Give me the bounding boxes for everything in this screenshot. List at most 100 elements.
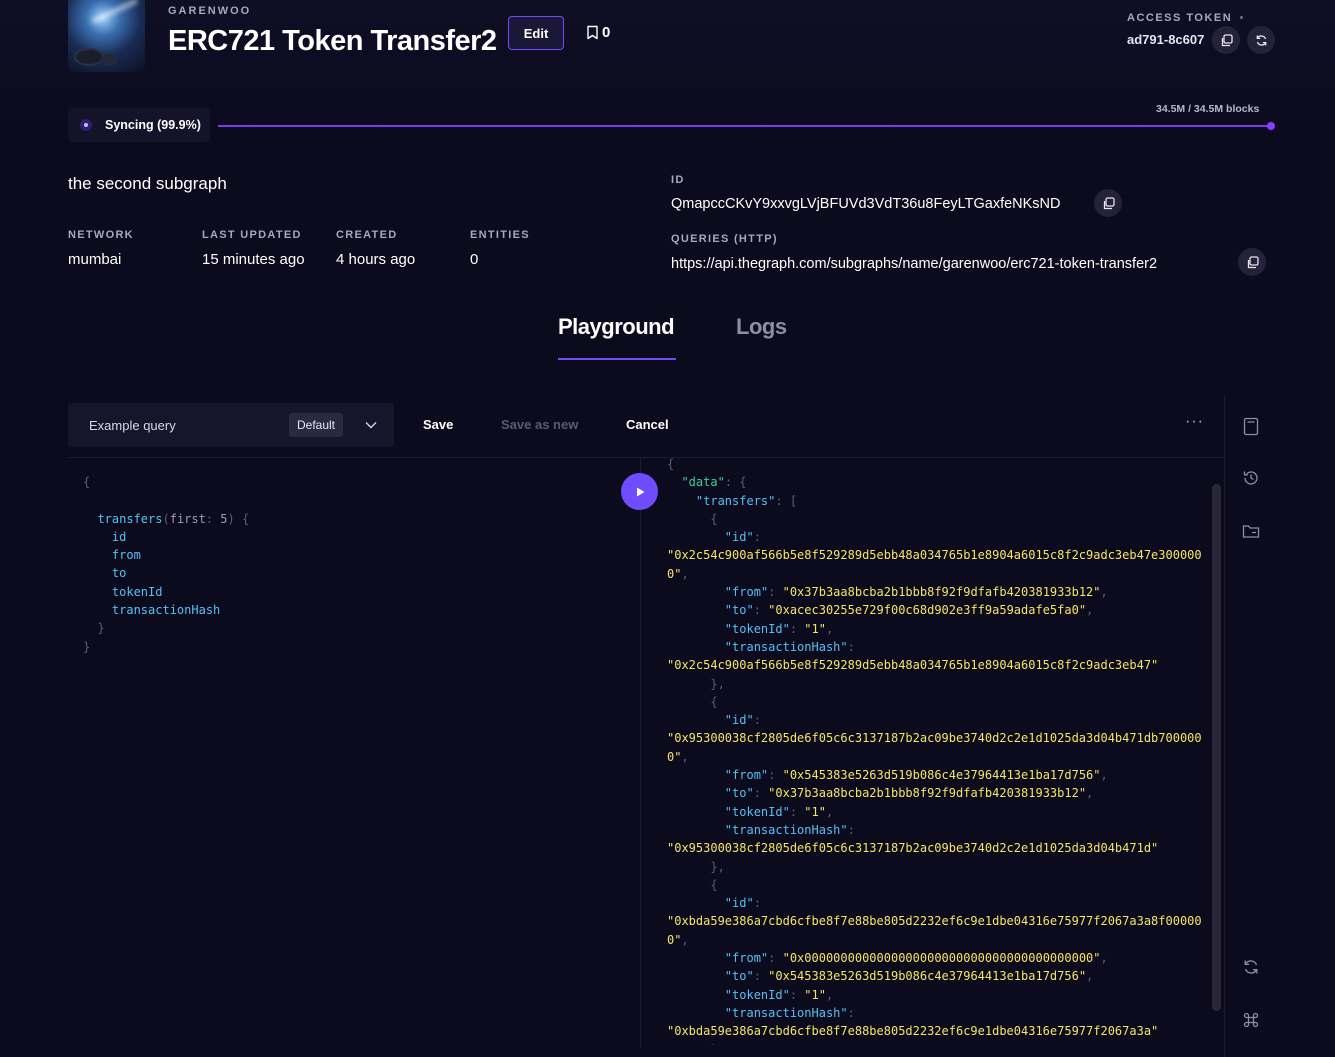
result-line: "to": "0x545383e5263d519b086c4e37964413e… — [724, 969, 1094, 984]
copy-icon — [1247, 255, 1259, 268]
more-options-button[interactable]: ··· — [1185, 413, 1204, 431]
result-line: "from": "0x545383e5263d519b086c4e3796441… — [724, 768, 1108, 783]
result-line: "to": "0xacec30255e729f00c68d902e3ff9a59… — [724, 603, 1094, 618]
result-line: { — [667, 511, 718, 526]
query-field: transfers — [97, 511, 163, 526]
result-line: "0x2c54c900af566b5e8f529289d5ebb48a03476… — [667, 546, 1212, 564]
transfer-to: "0xacec30255e729f00c68d902e3ff9a59adafe5… — [768, 603, 1087, 618]
created-value: 4 hours ago — [336, 251, 416, 268]
result-line: "transactionHash": — [724, 1005, 855, 1020]
result-line: }, — [667, 676, 725, 691]
copy-token-button[interactable] — [1212, 26, 1240, 54]
refresh-icon — [1256, 34, 1266, 46]
transfer-id: "0x2c54c900af566b5e8f529289d5ebb48a03476… — [667, 548, 1202, 563]
queries-url: https://api.thegraph.com/subgraphs/name/… — [671, 256, 1158, 272]
query-line: } — [97, 621, 105, 636]
sync-indicator-icon — [80, 119, 92, 131]
query-name[interactable]: Example query — [89, 418, 176, 433]
bookmark-button[interactable]: 0 — [586, 24, 610, 41]
result-line: { — [667, 877, 718, 892]
id-label: ID — [671, 174, 685, 186]
cancel-button[interactable]: Cancel — [626, 417, 669, 432]
queries-label: QUERIES (HTTP) — [671, 233, 778, 245]
result-line: "from": "0x00000000000000000000000000000… — [724, 951, 1108, 966]
regenerate-token-button[interactable] — [1247, 26, 1275, 54]
sync-progress-end-dot — [1267, 122, 1275, 130]
result-scrollbar[interactable] — [1212, 484, 1221, 1011]
copy-icon — [1221, 33, 1233, 46]
query-line: transfers(first: 5) { — [97, 511, 250, 526]
last-updated-label: LAST UPDATED — [202, 229, 302, 241]
copy-url-button[interactable] — [1238, 248, 1266, 276]
transfer-token-id: "1" — [804, 987, 826, 1002]
result-line: "tokenId": "1", — [724, 804, 834, 819]
result-line: { — [667, 457, 675, 471]
deployment-id: QmapccCKvY9xxvgLVjBFUVd3VdT36u8FeyLTGaxf… — [671, 196, 1061, 212]
result-line: "id": — [724, 530, 761, 545]
result-line: }, — [667, 859, 725, 874]
save-button[interactable]: Save — [423, 417, 453, 432]
result-line: "data": { — [681, 475, 747, 490]
transfer-from: "0x37b3aa8bcba2b1bbb8f92f9dfafb420381933… — [782, 585, 1101, 600]
transfer-from: "0x0000000000000000000000000000000000000… — [782, 951, 1101, 966]
tab-logs[interactable]: Logs — [736, 314, 787, 340]
query-line: id — [83, 528, 249, 546]
result-viewer: { "data": { "transfers": [ { "id": "0x2c5… — [667, 455, 1212, 1045]
created-label: CREATED — [336, 229, 398, 241]
query-field: from — [111, 548, 141, 563]
save-as-new-button[interactable]: Save as new — [501, 417, 578, 432]
entities-label: ENTITIES — [470, 229, 530, 241]
run-query-button[interactable] — [621, 473, 658, 510]
query-line: } — [83, 639, 91, 654]
refresh-icon — [1244, 960, 1258, 974]
transfer-to: "0x37b3aa8bcba2b1bbb8f92f9dfafb420381933… — [768, 786, 1087, 801]
sync-progress-bar — [218, 125, 1271, 127]
owner-name[interactable]: GARENWOO — [168, 5, 251, 17]
chevron-down-icon[interactable] — [363, 417, 379, 433]
edit-button[interactable]: Edit — [508, 16, 564, 50]
result-line: "tokenId": "1", — [724, 987, 834, 1002]
transfer-id: "0xbda59e386a7cbd6cfbe8f7e88be805d2232ef… — [667, 914, 1202, 929]
shortcuts-button[interactable] — [1240, 1009, 1262, 1031]
query-field: to — [111, 566, 127, 581]
result-line: "from": "0x37b3aa8bcba2b1bbb8f92f9dfafb4… — [724, 585, 1108, 600]
query-field: tokenId — [111, 584, 163, 599]
query-line — [83, 491, 249, 509]
explorer-button[interactable] — [1240, 520, 1262, 542]
sidebar-divider — [1224, 395, 1225, 1057]
result-line: "transactionHash": — [724, 639, 855, 654]
sync-status-badge: Syncing (99.9%) — [68, 108, 210, 142]
query-editor[interactable]: { transfers(first: 5) { id from to token… — [83, 473, 249, 656]
sync-status-text: Syncing (99.9%) — [105, 118, 201, 132]
result-line: } — [667, 1041, 1212, 1046]
result-line: "0x95300038cf2805de6f05c6c3137187b2ac09b… — [667, 839, 1212, 857]
result-line: { — [667, 694, 718, 709]
transfer-to: "0x545383e5263d519b086c4e37964413e1ba17d… — [768, 969, 1087, 984]
network-label: NETWORK — [68, 229, 134, 241]
tab-playground[interactable]: Playground — [558, 314, 675, 340]
result-line: "0x2c54c900af566b5e8f529289d5ebb48a03476… — [667, 656, 1212, 674]
history-icon — [1243, 471, 1258, 485]
transfer-token-id: "1" — [804, 621, 826, 636]
editor-split-handle[interactable] — [640, 457, 641, 1047]
result-line: 0", — [667, 566, 689, 581]
copy-id-button[interactable] — [1094, 189, 1122, 217]
transfer-from: "0x545383e5263d519b086c4e37964413e1ba17d… — [782, 768, 1101, 783]
copy-icon — [1103, 196, 1115, 209]
result-line: "0xbda59e386a7cbd6cfbe8f7e88be805d2232ef… — [667, 912, 1212, 930]
result-line: "transfers": [ — [695, 493, 798, 508]
history-button[interactable] — [1240, 467, 1262, 489]
subgraph-description: the second subgraph — [68, 174, 227, 193]
bookmark-count: 0 — [602, 24, 611, 41]
query-field: id — [111, 529, 127, 544]
result-line: "id": — [724, 896, 761, 911]
result-line: "transactionHash": — [724, 822, 855, 837]
command-icon — [1243, 1012, 1259, 1028]
subgraph-avatar — [68, 0, 145, 72]
docs-button[interactable] — [1240, 415, 1262, 437]
query-line: { — [83, 475, 91, 489]
result-line: 0", — [667, 932, 689, 947]
prettify-button[interactable] — [1240, 956, 1262, 978]
info-dot-icon — [1240, 16, 1243, 19]
entities-value: 0 — [470, 251, 479, 268]
